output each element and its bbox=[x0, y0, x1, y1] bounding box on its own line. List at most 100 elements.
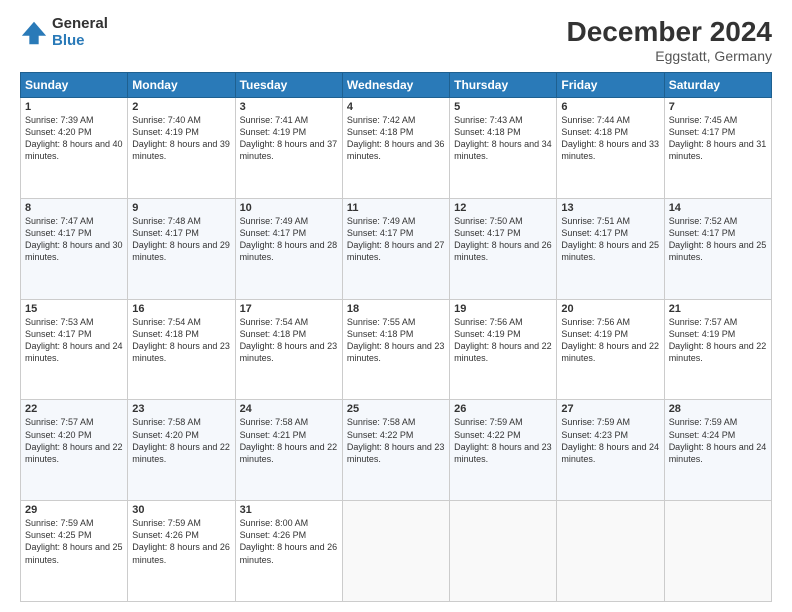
day-number: 5 bbox=[454, 101, 552, 113]
cell-content: Sunrise: 8:00 AM Sunset: 4:26 PM Dayligh… bbox=[240, 517, 338, 566]
sunrise-label: Sunrise: 7:56 AM bbox=[454, 317, 523, 327]
sunset-label: Sunset: 4:17 PM bbox=[240, 228, 307, 238]
day-number: 18 bbox=[347, 303, 445, 315]
calendar-cell: 30 Sunrise: 7:59 AM Sunset: 4:26 PM Dayl… bbox=[128, 501, 235, 602]
title-block: December 2024 Eggstatt, Germany bbox=[567, 16, 772, 64]
cell-content: Sunrise: 7:58 AM Sunset: 4:21 PM Dayligh… bbox=[240, 416, 338, 465]
daylight-label: Daylight: 8 hours and 27 minutes. bbox=[347, 240, 445, 262]
cell-content: Sunrise: 7:56 AM Sunset: 4:19 PM Dayligh… bbox=[561, 316, 659, 365]
day-number: 16 bbox=[132, 303, 230, 315]
sunrise-label: Sunrise: 7:42 AM bbox=[347, 115, 416, 125]
calendar-week-row: 15 Sunrise: 7:53 AM Sunset: 4:17 PM Dayl… bbox=[21, 299, 772, 400]
day-number: 17 bbox=[240, 303, 338, 315]
calendar-cell: 13 Sunrise: 7:51 AM Sunset: 4:17 PM Dayl… bbox=[557, 198, 664, 299]
sunrise-label: Sunrise: 7:58 AM bbox=[240, 417, 309, 427]
calendar-week-row: 29 Sunrise: 7:59 AM Sunset: 4:25 PM Dayl… bbox=[21, 501, 772, 602]
sunset-label: Sunset: 4:18 PM bbox=[240, 329, 307, 339]
sunset-label: Sunset: 4:19 PM bbox=[240, 127, 307, 137]
daylight-label: Daylight: 8 hours and 28 minutes. bbox=[240, 240, 338, 262]
sunrise-label: Sunrise: 7:57 AM bbox=[669, 317, 738, 327]
sunset-label: Sunset: 4:19 PM bbox=[561, 329, 628, 339]
cell-content: Sunrise: 7:44 AM Sunset: 4:18 PM Dayligh… bbox=[561, 114, 659, 163]
calendar-cell: 20 Sunrise: 7:56 AM Sunset: 4:19 PM Dayl… bbox=[557, 299, 664, 400]
daylight-label: Daylight: 8 hours and 26 minutes. bbox=[454, 240, 552, 262]
sunrise-label: Sunrise: 7:49 AM bbox=[240, 216, 309, 226]
calendar-cell bbox=[664, 501, 771, 602]
calendar-cell bbox=[342, 501, 449, 602]
daylight-label: Daylight: 8 hours and 34 minutes. bbox=[454, 139, 552, 161]
day-number: 12 bbox=[454, 202, 552, 214]
cell-content: Sunrise: 7:54 AM Sunset: 4:18 PM Dayligh… bbox=[132, 316, 230, 365]
cell-content: Sunrise: 7:43 AM Sunset: 4:18 PM Dayligh… bbox=[454, 114, 552, 163]
day-number: 22 bbox=[25, 403, 123, 415]
daylight-label: Daylight: 8 hours and 36 minutes. bbox=[347, 139, 445, 161]
cell-content: Sunrise: 7:49 AM Sunset: 4:17 PM Dayligh… bbox=[347, 215, 445, 264]
cell-content: Sunrise: 7:58 AM Sunset: 4:20 PM Dayligh… bbox=[132, 416, 230, 465]
daylight-label: Daylight: 8 hours and 24 minutes. bbox=[561, 442, 659, 464]
cell-content: Sunrise: 7:56 AM Sunset: 4:19 PM Dayligh… bbox=[454, 316, 552, 365]
cell-content: Sunrise: 7:50 AM Sunset: 4:17 PM Dayligh… bbox=[454, 215, 552, 264]
cell-content: Sunrise: 7:59 AM Sunset: 4:26 PM Dayligh… bbox=[132, 517, 230, 566]
sunrise-label: Sunrise: 7:56 AM bbox=[561, 317, 630, 327]
day-number: 9 bbox=[132, 202, 230, 214]
cell-content: Sunrise: 7:54 AM Sunset: 4:18 PM Dayligh… bbox=[240, 316, 338, 365]
day-number: 8 bbox=[25, 202, 123, 214]
sunrise-label: Sunrise: 7:53 AM bbox=[25, 317, 94, 327]
sunrise-label: Sunrise: 7:59 AM bbox=[132, 518, 201, 528]
cell-content: Sunrise: 7:40 AM Sunset: 4:19 PM Dayligh… bbox=[132, 114, 230, 163]
logo-text: General Blue bbox=[52, 16, 108, 49]
sunset-label: Sunset: 4:19 PM bbox=[669, 329, 736, 339]
sunrise-label: Sunrise: 7:59 AM bbox=[561, 417, 630, 427]
col-tuesday: Tuesday bbox=[235, 73, 342, 98]
sunset-label: Sunset: 4:20 PM bbox=[25, 127, 92, 137]
calendar-cell: 9 Sunrise: 7:48 AM Sunset: 4:17 PM Dayli… bbox=[128, 198, 235, 299]
cell-content: Sunrise: 7:52 AM Sunset: 4:17 PM Dayligh… bbox=[669, 215, 767, 264]
daylight-label: Daylight: 8 hours and 30 minutes. bbox=[25, 240, 123, 262]
calendar-cell: 6 Sunrise: 7:44 AM Sunset: 4:18 PM Dayli… bbox=[557, 98, 664, 199]
cell-content: Sunrise: 7:41 AM Sunset: 4:19 PM Dayligh… bbox=[240, 114, 338, 163]
calendar-cell: 17 Sunrise: 7:54 AM Sunset: 4:18 PM Dayl… bbox=[235, 299, 342, 400]
day-number: 26 bbox=[454, 403, 552, 415]
sunrise-label: Sunrise: 7:59 AM bbox=[25, 518, 94, 528]
cell-content: Sunrise: 7:55 AM Sunset: 4:18 PM Dayligh… bbox=[347, 316, 445, 365]
daylight-label: Daylight: 8 hours and 33 minutes. bbox=[561, 139, 659, 161]
calendar-cell: 24 Sunrise: 7:58 AM Sunset: 4:21 PM Dayl… bbox=[235, 400, 342, 501]
calendar-cell: 19 Sunrise: 7:56 AM Sunset: 4:19 PM Dayl… bbox=[450, 299, 557, 400]
daylight-label: Daylight: 8 hours and 22 minutes. bbox=[669, 341, 767, 363]
daylight-label: Daylight: 8 hours and 22 minutes. bbox=[132, 442, 230, 464]
sunset-label: Sunset: 4:22 PM bbox=[347, 430, 414, 440]
calendar-cell: 2 Sunrise: 7:40 AM Sunset: 4:19 PM Dayli… bbox=[128, 98, 235, 199]
sunset-label: Sunset: 4:18 PM bbox=[347, 127, 414, 137]
calendar-header-row: Sunday Monday Tuesday Wednesday Thursday… bbox=[21, 73, 772, 98]
sunrise-label: Sunrise: 7:40 AM bbox=[132, 115, 201, 125]
sunset-label: Sunset: 4:17 PM bbox=[561, 228, 628, 238]
daylight-label: Daylight: 8 hours and 37 minutes. bbox=[240, 139, 338, 161]
col-wednesday: Wednesday bbox=[342, 73, 449, 98]
day-number: 24 bbox=[240, 403, 338, 415]
day-number: 28 bbox=[669, 403, 767, 415]
col-monday: Monday bbox=[128, 73, 235, 98]
cell-content: Sunrise: 7:59 AM Sunset: 4:22 PM Dayligh… bbox=[454, 416, 552, 465]
sunrise-label: Sunrise: 7:57 AM bbox=[25, 417, 94, 427]
logo-icon bbox=[20, 19, 48, 47]
cell-content: Sunrise: 7:51 AM Sunset: 4:17 PM Dayligh… bbox=[561, 215, 659, 264]
sunrise-label: Sunrise: 8:00 AM bbox=[240, 518, 309, 528]
calendar-cell: 10 Sunrise: 7:49 AM Sunset: 4:17 PM Dayl… bbox=[235, 198, 342, 299]
daylight-label: Daylight: 8 hours and 26 minutes. bbox=[132, 542, 230, 564]
calendar-week-row: 22 Sunrise: 7:57 AM Sunset: 4:20 PM Dayl… bbox=[21, 400, 772, 501]
daylight-label: Daylight: 8 hours and 22 minutes. bbox=[240, 442, 338, 464]
calendar-cell: 16 Sunrise: 7:54 AM Sunset: 4:18 PM Dayl… bbox=[128, 299, 235, 400]
calendar-cell: 4 Sunrise: 7:42 AM Sunset: 4:18 PM Dayli… bbox=[342, 98, 449, 199]
sunrise-label: Sunrise: 7:59 AM bbox=[454, 417, 523, 427]
page: General Blue December 2024 Eggstatt, Ger… bbox=[0, 0, 792, 612]
day-number: 1 bbox=[25, 101, 123, 113]
daylight-label: Daylight: 8 hours and 31 minutes. bbox=[669, 139, 767, 161]
day-number: 23 bbox=[132, 403, 230, 415]
day-number: 10 bbox=[240, 202, 338, 214]
sunrise-label: Sunrise: 7:43 AM bbox=[454, 115, 523, 125]
sunset-label: Sunset: 4:22 PM bbox=[454, 430, 521, 440]
location: Eggstatt, Germany bbox=[567, 48, 772, 64]
calendar-cell bbox=[450, 501, 557, 602]
calendar-cell: 31 Sunrise: 8:00 AM Sunset: 4:26 PM Dayl… bbox=[235, 501, 342, 602]
cell-content: Sunrise: 7:49 AM Sunset: 4:17 PM Dayligh… bbox=[240, 215, 338, 264]
